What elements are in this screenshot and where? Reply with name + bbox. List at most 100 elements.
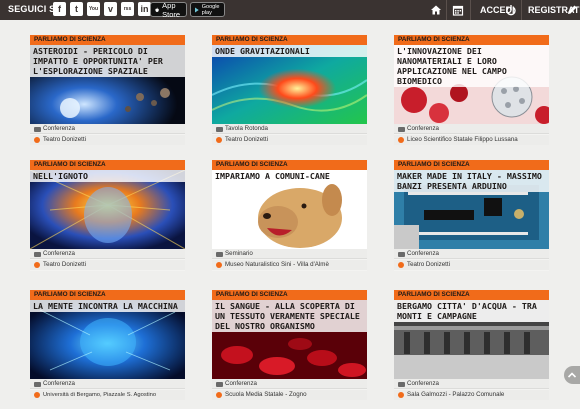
event-type-label: Tavola Rotonda <box>225 125 268 132</box>
event-place-label: Teatro Donizetti <box>43 261 86 268</box>
event-place: Scuola Media Statale - Zogno <box>212 390 367 400</box>
location-pin-icon <box>398 392 404 398</box>
event-place-label: Scuola Media Statale - Zogno <box>225 391 307 398</box>
scroll-to-top-button[interactable] <box>564 366 580 384</box>
event-title[interactable]: ONDE GRAVITAZIONALI <box>212 45 367 57</box>
event-type-label: Conferenza <box>43 250 75 257</box>
event-place: Sala Galmozzi - Palazzo Comunale <box>394 390 549 400</box>
apple-icon <box>155 7 159 12</box>
twitter-icon[interactable]: t <box>70 2 83 16</box>
event-place-label: Museo Naturalistico Sini - Villa d'Almè <box>225 261 329 268</box>
event-card[interactable]: PARLIAMO DI SCIENZA BERGAMO CITTA' D'ACQ… <box>394 290 549 400</box>
event-place-label: Liceo Scientifico Statale Filippo Lussan… <box>407 136 518 143</box>
event-card[interactable]: PARLIAMO DI SCIENZA LA MENTE INCONTRA LA… <box>30 290 185 400</box>
event-place-label: Teatro Donizetti <box>43 136 86 143</box>
event-card[interactable]: PARLIAMO DI SCIENZA IMPARIAMO A COMUNI-C… <box>212 160 367 271</box>
event-title[interactable]: NELL'IGNOTO <box>30 170 185 182</box>
event-title[interactable]: LA MENTE INCONTRA LA MACCHINA <box>30 300 185 312</box>
category-tag: PARLIAMO DI SCIENZA <box>30 35 185 45</box>
event-card[interactable]: PARLIAMO DI SCIENZA ASTEROIDI - PERICOLO… <box>30 35 185 145</box>
category-tag: PARLIAMO DI SCIENZA <box>394 160 549 170</box>
location-pin-icon <box>216 392 222 398</box>
event-place: Teatro Donizetti <box>394 260 549 270</box>
event-type: Conferenza <box>394 379 549 389</box>
event-place: Teatro Donizetti <box>30 135 185 145</box>
youtube-icon[interactable]: You <box>87 2 100 16</box>
top-bar: SEGUICI SU f t You v rss in App Store Go… <box>0 0 580 20</box>
pencil-icon[interactable] <box>566 4 578 16</box>
calendar-icon[interactable] <box>452 4 464 16</box>
megaphone-icon <box>34 382 41 387</box>
megaphone-icon <box>34 127 41 132</box>
divider <box>470 0 471 20</box>
event-place: Liceo Scientifico Statale Filippo Lussan… <box>394 135 549 145</box>
category-tag: PARLIAMO DI SCIENZA <box>30 160 185 170</box>
location-pin-icon <box>216 137 222 143</box>
facebook-icon[interactable]: f <box>53 2 66 16</box>
location-pin-icon <box>34 392 40 398</box>
category-tag: PARLIAMO DI SCIENZA <box>394 290 549 300</box>
location-pin-icon <box>398 137 404 143</box>
event-title[interactable]: L'INNOVAZIONE DEI NANOMATERIALI E LORO A… <box>394 45 549 87</box>
megaphone-icon <box>216 252 223 257</box>
category-tag: PARLIAMO DI SCIENZA <box>394 35 549 45</box>
play-icon <box>195 7 199 12</box>
event-place: Museo Naturalistico Sini - Villa d'Almè <box>212 260 367 270</box>
event-place-label: Teatro Donizetti <box>407 261 450 268</box>
megaphone-icon <box>216 127 223 132</box>
megaphone-icon <box>34 252 41 257</box>
event-type: Conferenza <box>394 249 549 259</box>
event-type: Conferenza <box>30 249 185 259</box>
app-store-label: App Store <box>162 0 181 19</box>
location-pin-icon <box>216 262 222 268</box>
event-place: Teatro Donizetti <box>212 135 367 145</box>
event-type: Tavola Rotonda <box>212 124 367 134</box>
event-card[interactable]: PARLIAMO DI SCIENZA NELL'IGNOTO Conferen… <box>30 160 185 271</box>
event-type-label: Seminario <box>225 250 253 257</box>
event-type: Conferenza <box>394 124 549 134</box>
event-place: Università di Bergamo, Piazzale S. Agost… <box>30 390 185 400</box>
divider <box>446 0 447 20</box>
event-place-label: Sala Galmozzi - Palazzo Comunale <box>407 391 505 398</box>
category-tag: PARLIAMO DI SCIENZA <box>30 290 185 300</box>
location-pin-icon <box>34 262 40 268</box>
event-type-label: Conferenza <box>43 125 75 132</box>
event-card[interactable]: PARLIAMO DI SCIENZA L'INNOVAZIONE DEI NA… <box>394 35 549 145</box>
event-type-label: Conferenza <box>407 125 439 132</box>
google-play-label: Google play <box>201 3 220 16</box>
event-type-label: Conferenza <box>43 380 75 387</box>
event-type: Seminario <box>212 249 367 259</box>
event-type-label: Conferenza <box>225 380 257 387</box>
event-place-label: Università di Bergamo, Piazzale S. Agost… <box>43 392 157 398</box>
event-type: Conferenza <box>212 379 367 389</box>
divider <box>521 0 522 20</box>
event-title[interactable]: MAKER MADE IN ITALY - MASSIMO BANZI PRES… <box>394 170 549 192</box>
home-icon[interactable] <box>430 4 442 16</box>
event-title[interactable]: IL SANGUE - ALLA SCOPERTA DI UN TESSUTO … <box>212 300 367 332</box>
megaphone-icon <box>216 382 223 387</box>
event-card[interactable]: PARLIAMO DI SCIENZA IL SANGUE - ALLA SCO… <box>212 290 367 400</box>
event-type: Conferenza <box>30 124 185 134</box>
megaphone-icon <box>398 252 405 257</box>
event-place-label: Teatro Donizetti <box>225 136 268 143</box>
app-store-badge[interactable]: App Store <box>150 0 187 19</box>
category-tag: PARLIAMO DI SCIENZA <box>212 290 367 300</box>
rss-icon[interactable]: rss <box>121 2 134 16</box>
megaphone-icon <box>398 127 405 132</box>
event-type-label: Conferenza <box>407 380 439 387</box>
megaphone-icon <box>398 382 405 387</box>
power-icon[interactable] <box>505 4 517 16</box>
event-title[interactable]: BERGAMO CITTA' D'ACQUA - TRA MONTI E CAM… <box>394 300 549 322</box>
social-links: f t You v rss in <box>53 2 151 16</box>
category-tag: PARLIAMO DI SCIENZA <box>212 35 367 45</box>
event-card[interactable]: PARLIAMO DI SCIENZA MAKER MADE IN ITALY … <box>394 160 549 271</box>
category-tag: PARLIAMO DI SCIENZA <box>212 160 367 170</box>
event-title[interactable]: ASTEROIDI - PERICOLO DI IMPATTO E OPPORT… <box>30 45 185 77</box>
event-place: Teatro Donizetti <box>30 260 185 270</box>
event-card[interactable]: PARLIAMO DI SCIENZA ONDE GRAVITAZIONALI … <box>212 35 367 145</box>
event-type-label: Conferenza <box>407 250 439 257</box>
location-pin-icon <box>34 137 40 143</box>
event-title[interactable]: IMPARIAMO A COMUNI-CANE <box>212 170 367 182</box>
vimeo-icon[interactable]: v <box>104 2 117 16</box>
google-play-badge[interactable]: Google play <box>190 2 225 17</box>
